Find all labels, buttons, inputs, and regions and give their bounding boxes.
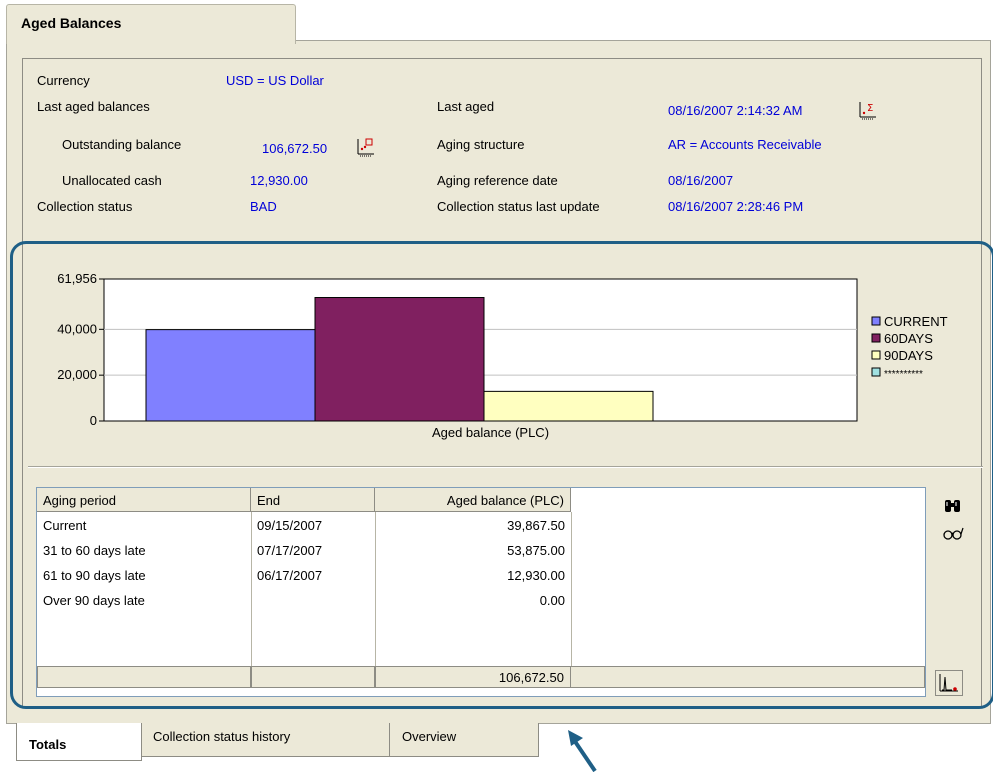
tab-collection-status-history-label: Collection status history [153, 729, 291, 744]
legend-swatch [871, 316, 881, 326]
y-tick-label: 61,956 [57, 271, 97, 286]
outstanding-balance-label: Outstanding balance [62, 137, 182, 152]
tab-totals-label: Totals [29, 737, 67, 752]
legend-label: 60DAYS [884, 331, 933, 346]
annotation-arrow-icon [568, 730, 597, 772]
chart-grid-separator [28, 466, 983, 468]
cell-aged-balance: 53,875.00 [507, 543, 565, 558]
outstanding-balance-value: 106,672.50 [262, 141, 328, 156]
y-tick-label: 0 [90, 413, 97, 428]
column-header-aged-balance[interactable]: Aged balance (PLC) [375, 488, 571, 512]
tab-aged-balances[interactable]: Aged Balances [6, 4, 296, 44]
tab-overview-label: Overview [402, 729, 457, 744]
unallocated-cash-value: 12,930.00 [250, 173, 308, 188]
x-axis-label: Aged balance (PLC) [432, 425, 549, 440]
bar-90days [483, 390, 654, 422]
aged-balance-chart-svg: 61,956 40,000 20,000 0 Aged balance (PLC) CUR… [57, 271, 948, 440]
legend-swatch [871, 333, 881, 343]
collection-status-value: BAD [250, 199, 277, 214]
tab-aged-balances-label: Aged Balances [21, 15, 122, 31]
tab-totals[interactable]: Totals [16, 723, 142, 761]
cell-end: 06/17/2007 [257, 568, 323, 583]
aging-structure-label: Aging structure [437, 137, 525, 152]
cell-aging-period: 31 to 60 days late [43, 543, 146, 558]
tab-collection-status-history[interactable]: Collection status history [140, 723, 390, 757]
legend-label: 90DAYS [884, 348, 933, 363]
svg-text:Σ: Σ [867, 103, 873, 114]
y-tick-label: 20,000 [57, 367, 97, 382]
footer-filler [571, 666, 925, 688]
column-divider [571, 512, 572, 666]
cell-aging-period: Over 90 days late [43, 593, 145, 608]
legend-swatch [871, 350, 881, 360]
y-tick-label: 40,000 [57, 321, 97, 336]
last-aged-balances-label: Last aged balances [37, 99, 150, 114]
bar-60days [314, 297, 485, 422]
unallocated-cash-label: Unallocated cash [62, 173, 162, 188]
legend-label: CURRENT [884, 314, 948, 329]
currency-label: Currency [37, 73, 90, 88]
footer-cell-empty [37, 666, 251, 688]
collection-status-label: Collection status [37, 199, 133, 214]
aging-chart-icon[interactable] [354, 137, 376, 157]
aging-reference-date-label: Aging reference date [437, 173, 558, 188]
cell-aged-balance: 39,867.50 [507, 518, 565, 533]
footer-cell-empty [251, 666, 375, 688]
aged-balance-chart: 61,956 40,000 20,000 0 Aged balance (PLC) CUR… [30, 255, 982, 465]
aging-grid[interactable]: Aging period End Aged balance (PLC) Curr… [36, 487, 926, 697]
cell-end: 07/17/2007 [257, 543, 323, 558]
chart-toggle-icon[interactable] [935, 670, 963, 696]
cell-aged-balance: 12,930.00 [507, 568, 565, 583]
cell-end [251, 593, 375, 615]
column-header-aging-period[interactable]: Aging period [37, 488, 251, 512]
aging-history-icon[interactable]: Σ [856, 100, 878, 120]
collection-status-update-value: 08/16/2007 2:28:46 PM [668, 199, 804, 214]
aging-reference-date-value: 08/16/2007 [668, 173, 734, 188]
last-aged-label: Last aged [437, 99, 495, 114]
tab-overview[interactable]: Overview [389, 723, 539, 757]
collection-status-update-label: Collection status last update [437, 199, 600, 214]
currency-value: USD = US Dollar [226, 73, 324, 88]
cell-aged-balance: 0.00 [539, 593, 565, 608]
bar-current [145, 329, 316, 422]
column-header-end[interactable]: End [251, 488, 375, 512]
cell-aging-period: Current [43, 518, 87, 533]
footer-total: 106,672.50 [375, 666, 571, 688]
glasses-icon[interactable] [942, 523, 964, 543]
legend-swatch [871, 367, 881, 377]
cell-aging-period: 61 to 90 days late [43, 568, 146, 583]
legend-label: ********** [884, 369, 923, 380]
last-aged-value: 08/16/2007 2:14:32 AM [668, 103, 803, 118]
binoculars-icon[interactable] [942, 497, 964, 517]
aging-structure-value: AR = Accounts Receivable [668, 137, 822, 152]
cell-end: 09/15/2007 [257, 518, 323, 533]
